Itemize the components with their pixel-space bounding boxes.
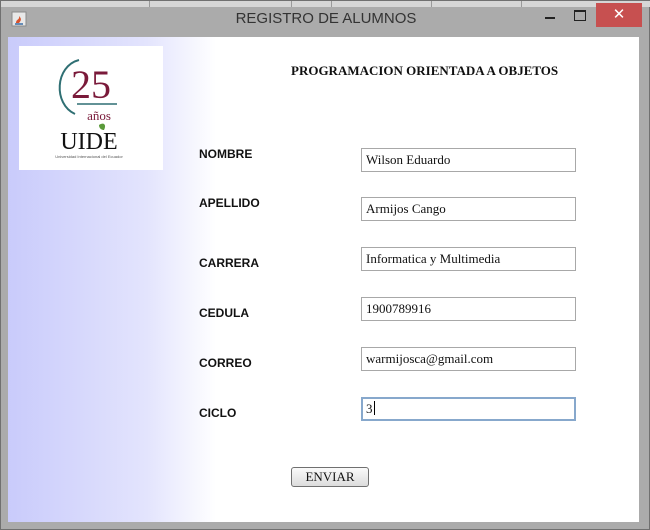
apellido-field[interactable]: Armijos Cango — [361, 197, 576, 221]
label-nombre: NOMBRE — [199, 147, 253, 161]
carrera-field[interactable]: Informatica y Multimedia — [361, 247, 576, 271]
logo-tagline: Universidad Internacional del Ecuador — [55, 154, 123, 159]
logo-brand: UIDE — [60, 129, 117, 155]
text-caret — [373, 401, 375, 415]
title-bar[interactable]: REGISTRO DE ALUMNOS ✕ — [1, 1, 650, 37]
label-cedula: CEDULA — [199, 306, 249, 320]
course-heading: PROGRAMACION ORIENTADA A OBJETOS — [291, 63, 559, 78]
label-apellido: APELLIDO — [199, 196, 260, 210]
form-panel: 25 años UIDE Universidad Internacional d… — [8, 37, 639, 522]
uide-logo-graphic: 25 años UIDE Universidad Internacional d… — [55, 59, 123, 159]
cedula-field[interactable]: 1900789916 — [361, 297, 576, 321]
label-ciclo: CICLO — [199, 406, 237, 420]
close-icon: ✕ — [612, 5, 626, 23]
label-carrera: CARRERA — [199, 256, 259, 270]
uide-logo: 25 años UIDE Universidad Internacional d… — [19, 46, 163, 170]
close-button[interactable]: ✕ — [596, 3, 642, 27]
ciclo-value: 3 — [366, 401, 373, 416]
enviar-button[interactable]: ENVIAR — [291, 467, 369, 487]
logo-number: 25 — [71, 62, 111, 107]
ciclo-field[interactable]: 3 — [361, 397, 576, 421]
minimize-button[interactable] — [537, 5, 563, 25]
correo-field[interactable]: warmijosca@gmail.com — [361, 347, 576, 371]
logo-sub: años — [87, 108, 111, 123]
maximize-button[interactable] — [567, 5, 593, 25]
label-correo: CORREO — [199, 356, 252, 370]
window-frame: REGISTRO DE ALUMNOS ✕ 25 años UIDE Unive… — [0, 0, 650, 530]
nombre-field[interactable]: Wilson Eduardo — [361, 148, 576, 172]
